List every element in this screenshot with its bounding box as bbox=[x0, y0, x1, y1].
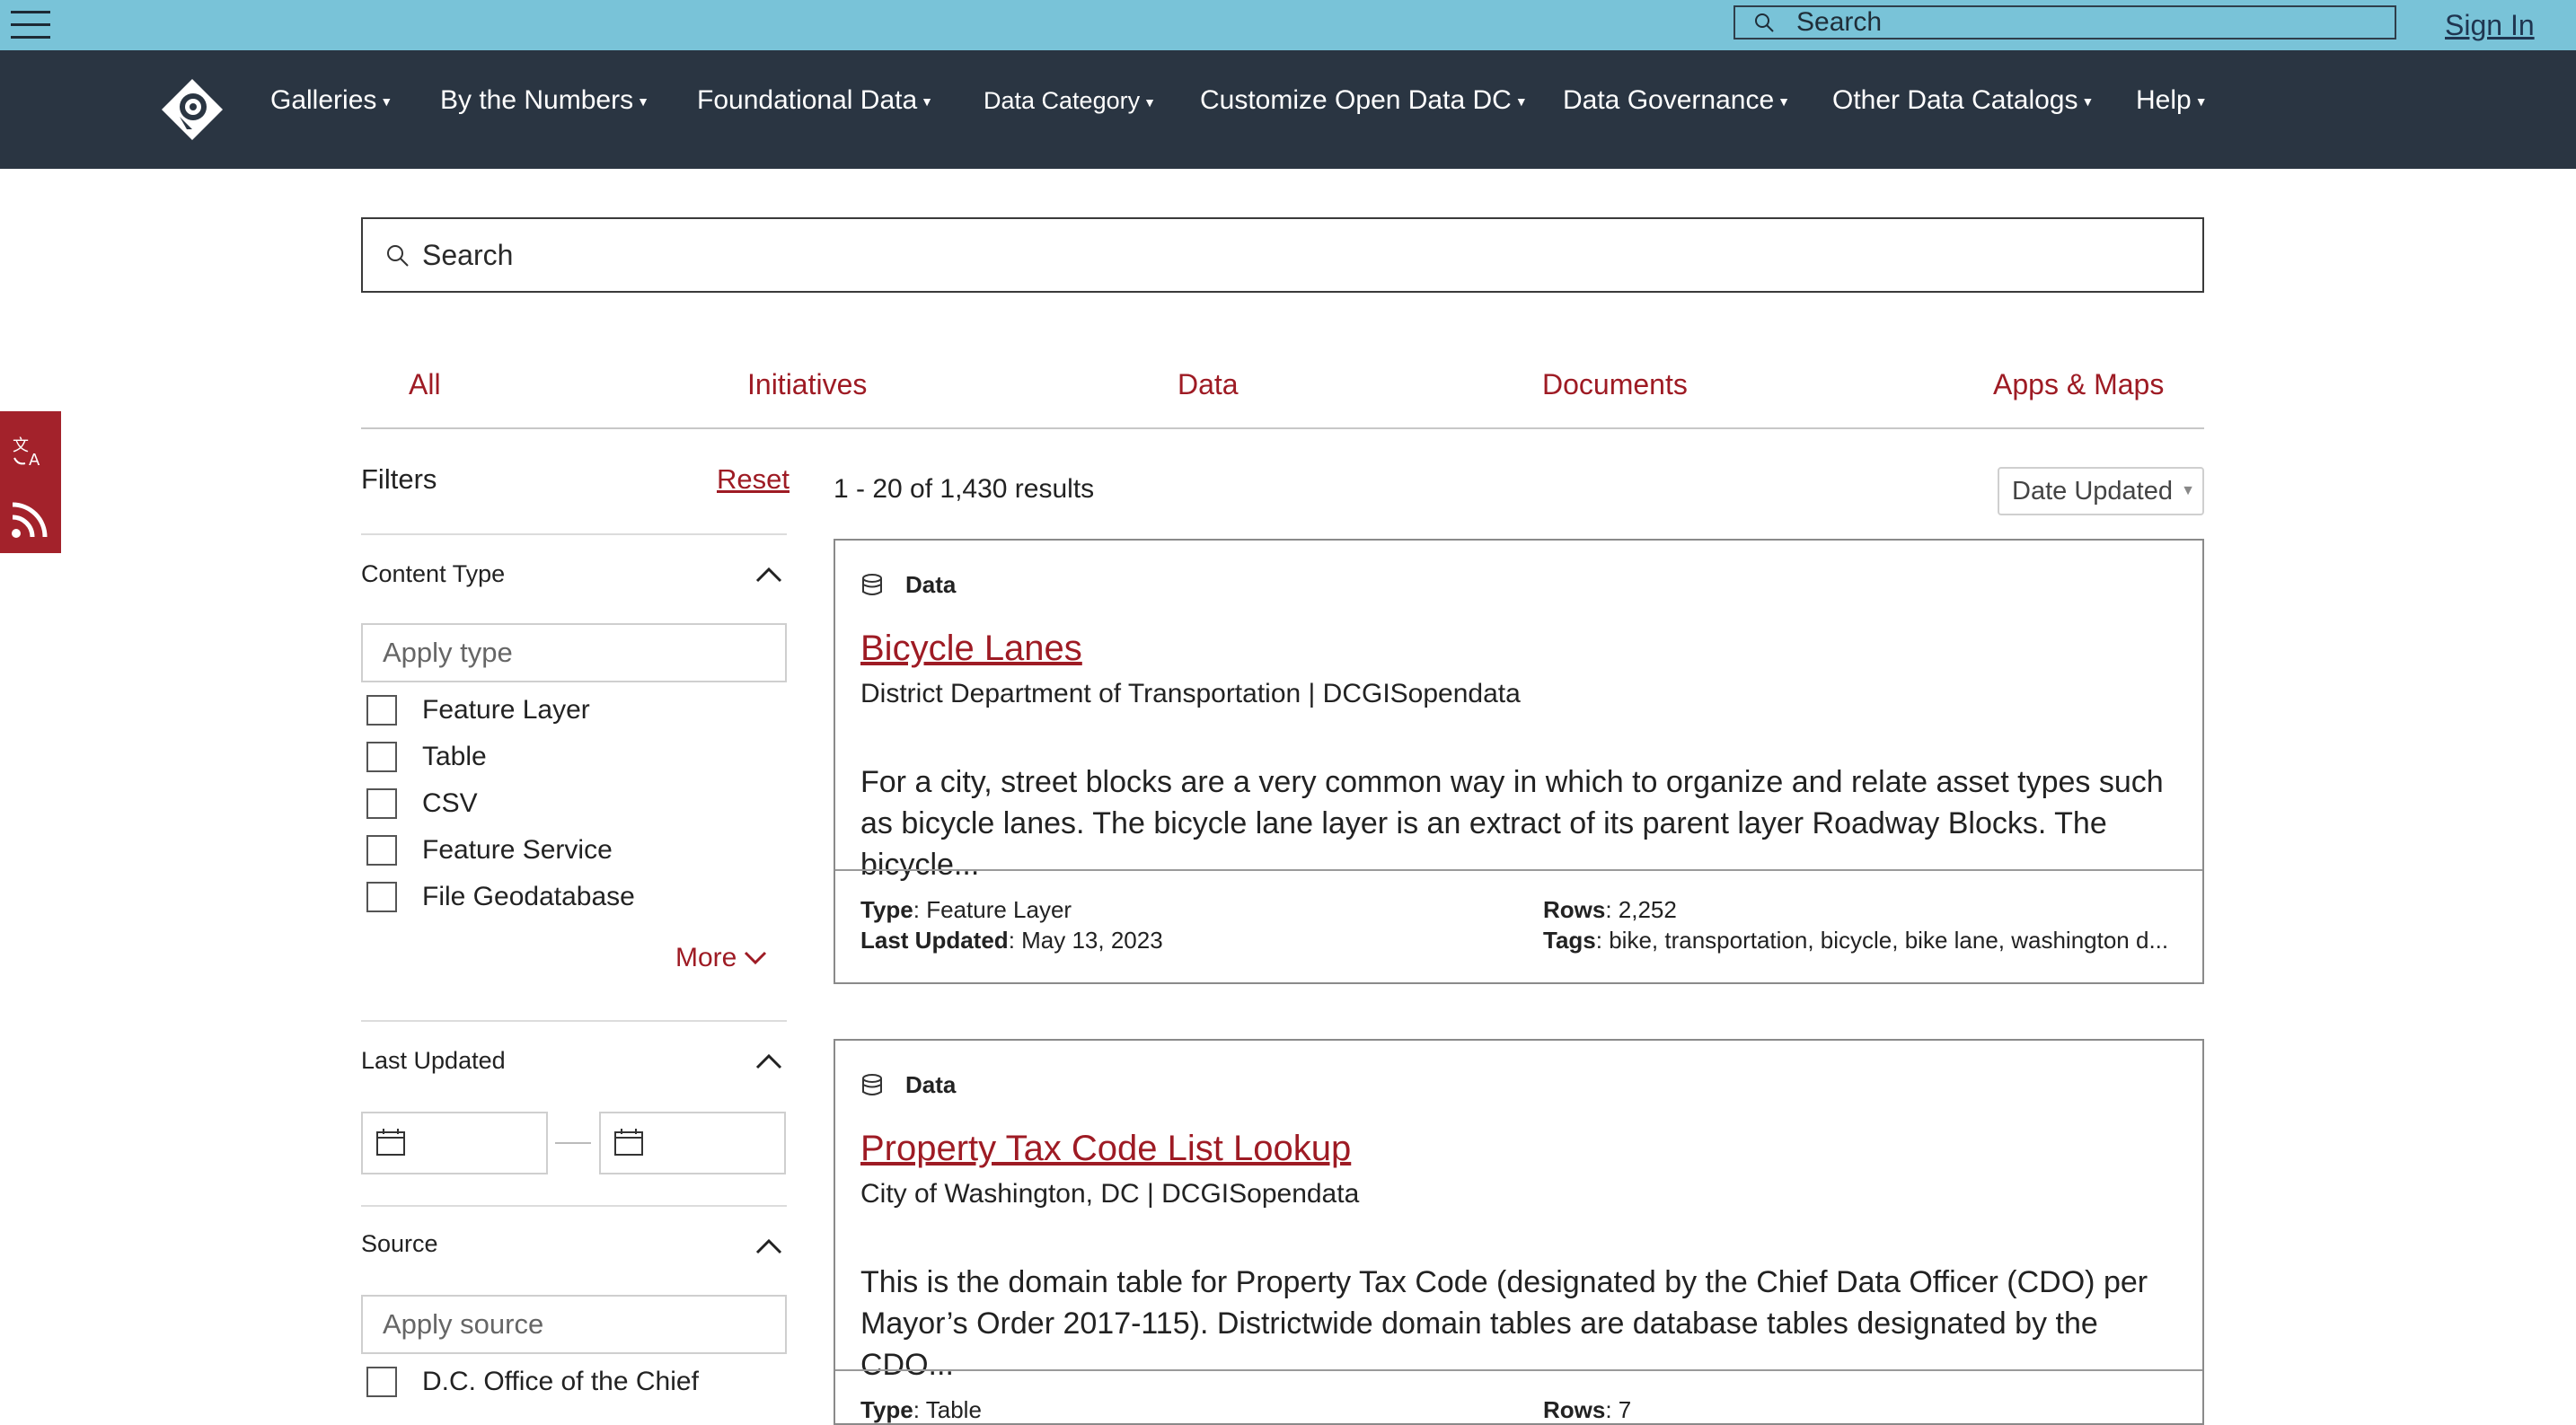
result-type-tabs: All Initiatives Data Documents Apps & Ma… bbox=[361, 357, 2204, 429]
nav-foundational-data[interactable]: Foundational Data ▼ bbox=[697, 81, 933, 121]
nav-data-governance[interactable]: Data Governance ▼ bbox=[1563, 81, 1790, 121]
result-description: For a city, street blocks are a very com… bbox=[860, 765, 2164, 882]
reset-filters-link[interactable]: Reset bbox=[717, 463, 790, 496]
dropdown-caret-icon: ▼ bbox=[921, 94, 934, 110]
filter-divider bbox=[361, 533, 787, 535]
card-divider bbox=[835, 1369, 2202, 1371]
result-card: Data Property Tax Code List Lookup City … bbox=[834, 1039, 2204, 1425]
main-navigation: Galleries ▼ By the Numbers ▼ Foundational … bbox=[0, 50, 2576, 169]
last-updated-section-title: Last Updated bbox=[361, 1047, 506, 1074]
checkbox[interactable] bbox=[366, 1367, 397, 1397]
tab-all[interactable]: All bbox=[409, 365, 441, 404]
result-rows: Rows: 7 bbox=[1543, 1396, 1632, 1423]
dropdown-caret-icon: ▼ bbox=[380, 94, 393, 110]
database-icon bbox=[862, 573, 882, 595]
dropdown-caret-icon: ▼ bbox=[2194, 94, 2208, 110]
sign-in-link[interactable]: Sign In bbox=[2445, 5, 2535, 45]
svg-text:文: 文 bbox=[13, 436, 29, 455]
checkbox[interactable] bbox=[366, 835, 397, 866]
catalog-search-placeholder: Search bbox=[422, 238, 514, 271]
chevron-up-icon[interactable] bbox=[754, 1237, 783, 1255]
filter-option-feature-layer[interactable]: Feature Layer bbox=[366, 695, 590, 726]
content-type-section-title: Content Type bbox=[361, 560, 506, 587]
result-type: Type: Table bbox=[860, 1396, 982, 1423]
nav-by-the-numbers[interactable]: By the Numbers ▼ bbox=[440, 81, 649, 121]
result-last-updated: Last Updated: May 13, 2023 bbox=[860, 927, 1163, 954]
filter-divider bbox=[361, 1205, 787, 1207]
tab-apps-and-maps[interactable]: Apps & Maps bbox=[1993, 365, 2164, 404]
side-widget: 文 A bbox=[0, 411, 61, 553]
checkbox[interactable] bbox=[366, 742, 397, 772]
chevron-up-icon[interactable] bbox=[754, 566, 783, 584]
result-description: This is the domain table for Property Ta… bbox=[860, 1265, 2148, 1382]
filter-option-csv[interactable]: CSV bbox=[366, 788, 478, 819]
chevron-down-icon bbox=[745, 951, 767, 965]
apply-source-input[interactable]: Apply source bbox=[361, 1295, 787, 1354]
filter-option-table[interactable]: Table bbox=[366, 742, 487, 772]
checkbox[interactable] bbox=[366, 695, 397, 726]
open-data-dc-logo-icon[interactable] bbox=[160, 77, 225, 142]
top-search-placeholder: Search bbox=[1796, 7, 1883, 37]
nav-galleries[interactable]: Galleries ▼ bbox=[270, 81, 393, 121]
rss-feed-icon[interactable] bbox=[9, 501, 49, 541]
result-type: Type: Feature Layer bbox=[860, 896, 1072, 923]
result-owner: City of Washington, DC | DCGISopendata bbox=[860, 1179, 1360, 1209]
dropdown-caret-icon: ▼ bbox=[1143, 94, 1156, 110]
dropdown-caret-icon: ▼ bbox=[637, 94, 649, 110]
results-count: 1 - 20 of 1,430 results bbox=[834, 474, 1095, 504]
nav-data-category[interactable]: Data Category ▼ bbox=[984, 81, 1156, 122]
date-to-input[interactable] bbox=[599, 1112, 786, 1174]
result-kind: Data bbox=[860, 1071, 956, 1099]
database-icon bbox=[862, 1073, 882, 1095]
filter-option-feature-service[interactable]: Feature Service bbox=[366, 835, 613, 866]
filter-divider bbox=[361, 1020, 787, 1022]
dropdown-caret-icon: ▼ bbox=[1778, 94, 1790, 110]
tab-initiatives[interactable]: Initiatives bbox=[747, 365, 867, 404]
result-owner: District Department of Transportation | … bbox=[860, 679, 1521, 708]
calendar-icon bbox=[376, 1129, 405, 1156]
filter-option-source[interactable]: D.C. Office of the Chief bbox=[366, 1367, 699, 1397]
nav-other-data-catalogs[interactable]: Other Data Catalogs ▼ bbox=[1832, 81, 2094, 121]
search-icon bbox=[1755, 13, 1774, 32]
nav-customize-open-data-dc[interactable]: Customize Open Data DC ▼ bbox=[1200, 81, 1528, 121]
result-rows: Rows: 2,252 bbox=[1543, 896, 1677, 923]
top-search-input[interactable]: Search bbox=[1734, 5, 2396, 40]
tab-documents[interactable]: Documents bbox=[1542, 365, 1688, 404]
calendar-icon bbox=[614, 1129, 643, 1156]
hamburger-menu-icon[interactable] bbox=[11, 7, 50, 43]
result-title-link[interactable]: Property Tax Code List Lookup bbox=[860, 1129, 1351, 1169]
date-from-input[interactable] bbox=[361, 1112, 548, 1174]
nav-help[interactable]: Help ▼ bbox=[2136, 81, 2208, 121]
apply-type-input[interactable]: Apply type bbox=[361, 623, 787, 682]
date-range-separator bbox=[555, 1142, 591, 1144]
filters-title: Filters bbox=[361, 463, 437, 495]
catalog-search-input[interactable]: Search bbox=[361, 217, 2204, 293]
select-arrow-icon: ▼ bbox=[2181, 483, 2195, 498]
filter-option-file-geodatabase[interactable]: File Geodatabase bbox=[366, 882, 635, 912]
translate-icon[interactable]: 文 A bbox=[9, 431, 49, 471]
result-title-link[interactable]: Bicycle Lanes bbox=[860, 629, 1082, 669]
more-options-button[interactable]: More bbox=[675, 943, 767, 973]
svg-text:A: A bbox=[29, 451, 40, 470]
top-utility-bar: Search Sign In bbox=[0, 0, 2576, 50]
chevron-up-icon[interactable] bbox=[754, 1052, 783, 1070]
checkbox[interactable] bbox=[366, 882, 397, 912]
search-icon bbox=[387, 245, 409, 267]
dropdown-caret-icon: ▼ bbox=[2081, 94, 2095, 110]
dropdown-caret-icon: ▼ bbox=[1514, 94, 1528, 110]
card-divider bbox=[835, 869, 2202, 871]
checkbox[interactable] bbox=[366, 788, 397, 819]
result-kind: Data bbox=[860, 571, 956, 599]
result-tags: Tags: bike, transportation, bicycle, bik… bbox=[1543, 927, 2169, 954]
result-card: Data Bicycle Lanes District Department o… bbox=[834, 539, 2204, 984]
source-section-title: Source bbox=[361, 1230, 438, 1257]
tab-data[interactable]: Data bbox=[1178, 365, 1239, 404]
sort-select[interactable]: Date Updated ▼ bbox=[1998, 467, 2204, 515]
